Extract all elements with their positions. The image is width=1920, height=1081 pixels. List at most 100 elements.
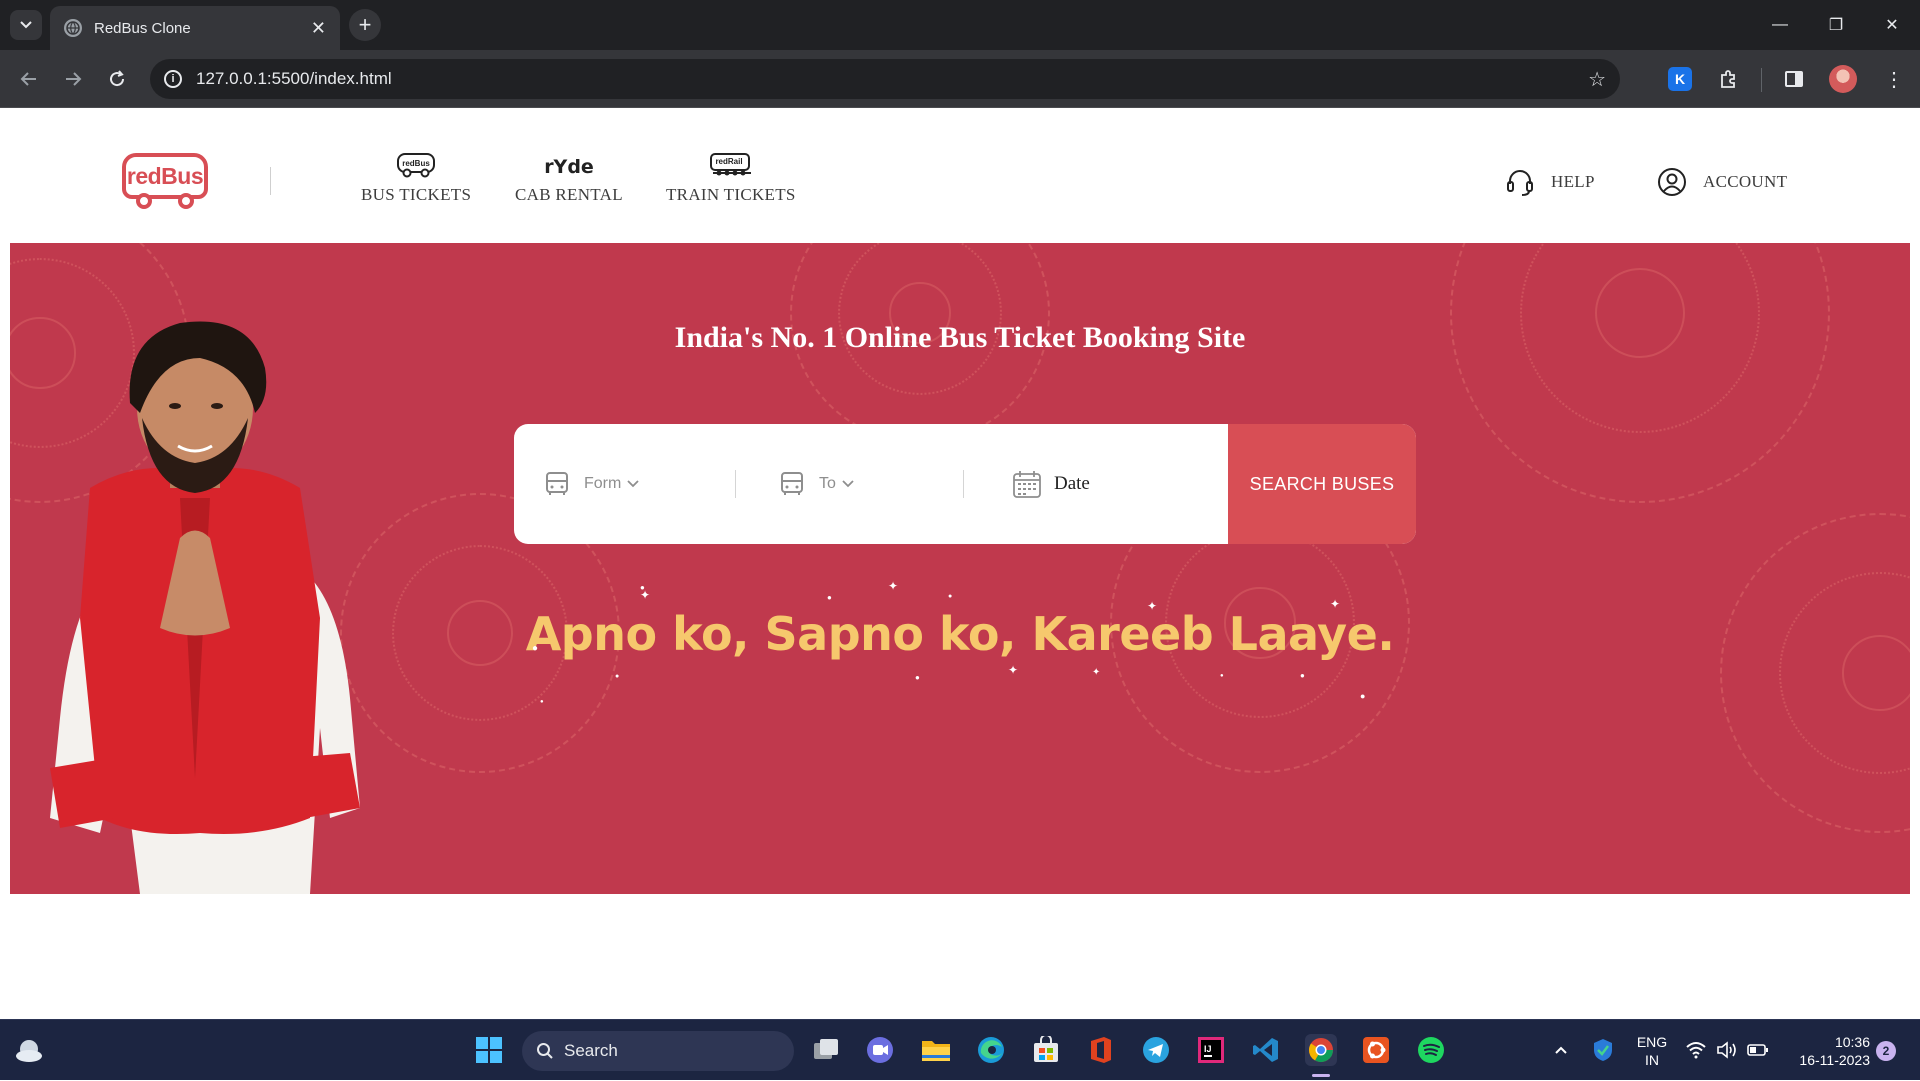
wifi-icon[interactable] bbox=[1680, 1034, 1712, 1066]
windows-start-icon[interactable] bbox=[473, 1034, 505, 1066]
svg-text:redBus: redBus bbox=[402, 159, 430, 168]
back-button[interactable] bbox=[14, 64, 44, 94]
nav-cab-rental-label: CAB RENTAL bbox=[515, 185, 623, 204]
microsoft-store-icon[interactable] bbox=[1030, 1034, 1062, 1066]
chevron-up-icon[interactable] bbox=[1545, 1034, 1577, 1066]
task-view-icon[interactable] bbox=[810, 1034, 842, 1066]
redbus-logo[interactable]: redBus bbox=[122, 153, 208, 209]
bus-icon bbox=[546, 472, 568, 495]
logo-text: redBus bbox=[126, 162, 204, 189]
browser-tab-bar: RedBus Clone ✕ + — ❐ ✕ bbox=[0, 0, 1920, 50]
language-code: ENG bbox=[1636, 1033, 1668, 1050]
office-icon[interactable] bbox=[1085, 1034, 1117, 1066]
to-placeholder: To bbox=[819, 475, 836, 492]
file-explorer-icon[interactable] bbox=[920, 1034, 952, 1066]
sparkle-icon: ● bbox=[615, 673, 620, 680]
taskbar-search[interactable]: Search bbox=[522, 1031, 794, 1071]
minimize-button[interactable]: — bbox=[1752, 0, 1808, 50]
webpage: redBus redBus BUS TICKETS rYde CAB RENTA… bbox=[0, 109, 1920, 1019]
sparkle-icon: ● bbox=[1300, 671, 1305, 680]
mandala-decoration bbox=[1720, 513, 1910, 833]
from-placeholder: Form bbox=[584, 475, 622, 492]
account-link[interactable]: ACCOUNT bbox=[1657, 167, 1787, 197]
sparkle-icon: ✦ bbox=[1008, 663, 1019, 677]
windows-taskbar: Search IJ ENG IN 10:36 16-11-2023 2 bbox=[0, 1019, 1920, 1080]
weather-cloud-icon[interactable] bbox=[14, 1037, 44, 1063]
side-panel-icon[interactable] bbox=[1780, 65, 1808, 93]
teams-chat-icon[interactable] bbox=[864, 1034, 896, 1066]
sparkle-icon: ● bbox=[540, 699, 544, 705]
extensions-puzzle-icon[interactable] bbox=[1714, 65, 1742, 93]
arrow-right-icon bbox=[66, 72, 82, 86]
new-tab-button[interactable]: + bbox=[349, 9, 381, 41]
sparkle-icon: ● bbox=[532, 643, 539, 654]
date-field[interactable]: Date bbox=[1012, 424, 1090, 544]
header-divider bbox=[270, 167, 271, 195]
help-link[interactable]: HELP bbox=[1505, 167, 1595, 197]
sparkle-icon: ✦ bbox=[888, 579, 899, 593]
brand-ambassador-image bbox=[50, 321, 360, 894]
sparkle-icon: ● bbox=[827, 593, 832, 602]
ryde-icon: rYde bbox=[545, 156, 593, 178]
edge-browser-icon[interactable] bbox=[975, 1034, 1007, 1066]
user-circle-icon bbox=[1658, 168, 1686, 196]
bus-search-form: Form To Date SEARCH BUSES bbox=[514, 424, 1416, 544]
active-app-indicator bbox=[1312, 1074, 1330, 1077]
url-text: 127.0.0.1:5500/index.html bbox=[196, 69, 392, 88]
mandala-decoration bbox=[1450, 243, 1830, 503]
from-field[interactable]: Form bbox=[544, 424, 639, 544]
nav-cab-rental[interactable]: rYde CAB RENTAL bbox=[515, 149, 623, 205]
site-info-icon[interactable]: i bbox=[164, 70, 182, 88]
vscode-icon[interactable] bbox=[1250, 1034, 1282, 1066]
restore-button[interactable]: ❐ bbox=[1808, 0, 1864, 50]
volume-icon[interactable] bbox=[1711, 1034, 1743, 1066]
region-code: IN bbox=[1645, 1051, 1659, 1068]
sparkle-icon: ● bbox=[640, 583, 645, 592]
close-window-button[interactable]: ✕ bbox=[1864, 0, 1920, 50]
tab-search-button[interactable] bbox=[10, 10, 42, 40]
sparkle-icon: ● bbox=[948, 593, 953, 600]
account-label: ACCOUNT bbox=[1703, 172, 1788, 191]
close-tab-icon[interactable]: ✕ bbox=[311, 19, 326, 37]
ubuntu-icon[interactable] bbox=[1360, 1034, 1392, 1066]
nav-train-tickets-label: TRAIN TICKETS bbox=[666, 185, 796, 204]
hero-title: India's No. 1 Online Bus Ticket Booking … bbox=[674, 321, 1246, 354]
language-indicator[interactable]: ENG IN bbox=[1632, 1020, 1672, 1081]
intellij-icon[interactable]: IJ bbox=[1195, 1034, 1227, 1066]
address-bar[interactable]: i 127.0.0.1:5500/index.html ☆ bbox=[150, 59, 1620, 99]
redbus-bus-icon: redBus bbox=[397, 153, 436, 178]
taskbar-search-label: Search bbox=[564, 1041, 618, 1060]
sparkle-icon: ✦ bbox=[1330, 597, 1341, 611]
profile-avatar[interactable] bbox=[1829, 65, 1857, 93]
window-controls: — ❐ ✕ bbox=[1752, 0, 1920, 50]
system-clock[interactable]: 10:36 16-11-2023 bbox=[1780, 1020, 1870, 1081]
spotify-icon[interactable] bbox=[1415, 1034, 1447, 1066]
forward-button[interactable] bbox=[58, 64, 88, 94]
to-field[interactable]: To bbox=[779, 424, 854, 544]
security-shield-icon[interactable] bbox=[1587, 1034, 1619, 1066]
nav-train-tickets[interactable]: redRail TRAIN TICKETS bbox=[666, 149, 796, 205]
bookmark-star-icon[interactable]: ☆ bbox=[1588, 67, 1606, 92]
search-icon bbox=[537, 1043, 553, 1059]
k-extension-icon[interactable]: K bbox=[1668, 67, 1692, 91]
site-header: redBus redBus BUS TICKETS rYde CAB RENTA… bbox=[0, 109, 1920, 243]
nav-bus-tickets[interactable]: redBus BUS TICKETS bbox=[361, 149, 471, 205]
help-label: HELP bbox=[1551, 172, 1595, 191]
field-divider bbox=[735, 470, 736, 498]
chevron-down-icon bbox=[627, 480, 639, 488]
notification-badge[interactable]: 2 bbox=[1876, 1041, 1896, 1061]
reload-icon bbox=[110, 70, 125, 87]
battery-icon[interactable] bbox=[1742, 1034, 1774, 1066]
globe-icon bbox=[64, 19, 82, 37]
svg-text:rYde: rYde bbox=[545, 156, 593, 178]
kebab-menu-icon[interactable]: ⋮ bbox=[1880, 65, 1908, 93]
svg-text:redRail: redRail bbox=[715, 157, 742, 166]
telegram-icon[interactable] bbox=[1140, 1034, 1172, 1066]
chrome-icon[interactable] bbox=[1305, 1034, 1337, 1066]
browser-tab[interactable]: RedBus Clone ✕ bbox=[50, 6, 340, 50]
sparkle-icon: ✦ bbox=[1147, 599, 1158, 613]
search-buses-button[interactable]: SEARCH BUSES bbox=[1228, 424, 1416, 544]
reload-button[interactable] bbox=[102, 64, 132, 94]
sparkle-icon: ● bbox=[915, 673, 920, 682]
bus-icon bbox=[781, 472, 803, 495]
